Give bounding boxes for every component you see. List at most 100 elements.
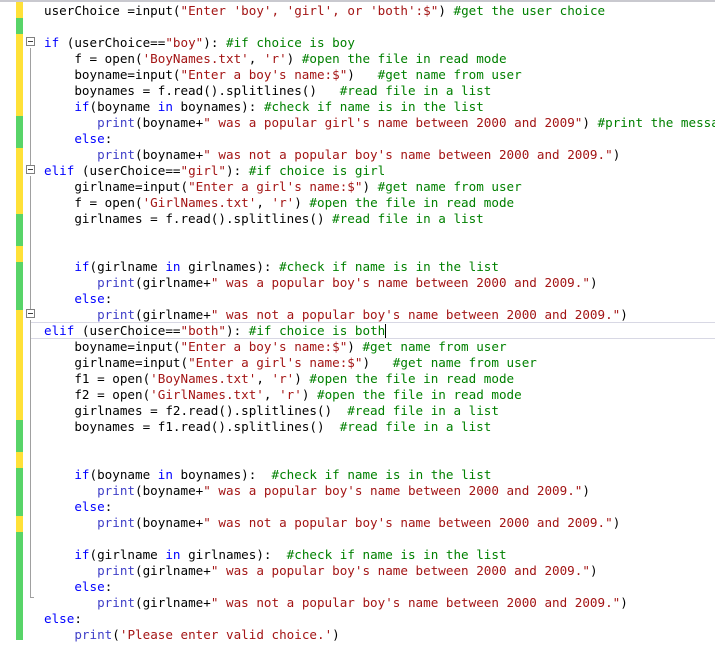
token-id: ) — [362, 179, 378, 194]
token-id: girlname=input( — [44, 179, 189, 194]
token-id: (girlname+ — [135, 275, 211, 290]
fold-guide-line — [30, 320, 31, 597]
token-id: (boyname+ — [135, 115, 204, 130]
code-text-area[interactable]: userChoice =input("Enter 'boy', 'girl', … — [0, 0, 715, 671]
code-line[interactable]: else: — [0, 131, 715, 147]
code-line[interactable]: print(girlname+" was a popular boy's nam… — [0, 275, 715, 291]
code-line[interactable]: boynames = f1.read().splitlines() #read … — [0, 419, 715, 435]
change-bar-saved — [16, 18, 23, 34]
token-id: ) — [589, 563, 598, 578]
token-cmt: #read file in a list — [339, 83, 492, 98]
token-kw: if — [74, 467, 90, 482]
token-id: (boyname+ — [135, 483, 204, 498]
code-folding-column[interactable] — [24, 0, 42, 671]
code-editor[interactable]: userChoice =input("Enter 'boy', 'girl', … — [0, 0, 715, 671]
token-id: ( — [172, 3, 181, 18]
change-bar-saved — [16, 116, 23, 148]
change-bar-saved — [16, 262, 23, 310]
code-line[interactable]: girlname=input("Enter a girl's name:$") … — [0, 355, 715, 371]
token-cmt: #get name from user — [392, 355, 537, 370]
code-line[interactable] — [0, 531, 715, 547]
code-line[interactable]: else: — [0, 291, 715, 307]
token-id — [44, 579, 74, 594]
token-cmt: #open the file in read mode — [309, 371, 515, 386]
code-line[interactable] — [0, 451, 715, 467]
code-line-text: print(boyname+" was a popular boy's name… — [0, 483, 590, 499]
token-id: ) — [347, 67, 378, 82]
code-line[interactable]: boyname=input("Enter a boy's name:$") #g… — [0, 339, 715, 355]
token-id: ) — [620, 595, 628, 610]
fold-collapse-icon[interactable] — [26, 165, 35, 174]
token-id: boyname=input( — [44, 67, 181, 82]
token-cmt: #check if name is in the list — [271, 467, 492, 482]
token-id — [44, 595, 97, 610]
code-line[interactable]: print(boyname+" was a popular girl's nam… — [0, 115, 715, 131]
code-line-text: if(boyname in boynames): #check if name … — [0, 467, 491, 483]
code-line[interactable]: userChoice =input("Enter 'boy', 'girl', … — [0, 3, 715, 19]
token-str: "Enter a boy's name:$" — [180, 339, 348, 354]
code-line[interactable]: boynames = f.read().splitlines() #read f… — [0, 83, 715, 99]
code-line[interactable] — [0, 227, 715, 243]
code-line[interactable]: if(girlname in girlnames): #check if nam… — [0, 547, 715, 563]
code-line[interactable]: print(boyname+" was not a popular boy's … — [0, 515, 715, 531]
token-cmt: #read file in a list — [339, 419, 492, 434]
token-id — [44, 627, 74, 642]
code-line[interactable] — [0, 435, 715, 451]
code-line-text: print(girlname+" was not a popular boy's… — [0, 307, 628, 323]
code-line[interactable]: f = open('BoyNames.txt', 'r') #open the … — [0, 51, 715, 67]
change-bar-unsaved — [16, 310, 23, 420]
code-line[interactable]: else: — [0, 611, 715, 627]
code-line-text: boyname=input("Enter a boy's name:$") #g… — [0, 339, 506, 355]
code-line-text: if(girlname in girlnames): #check if nam… — [0, 547, 506, 563]
code-line[interactable]: print(boyname+" was not a popular boy's … — [0, 147, 715, 163]
token-kw: else — [74, 131, 105, 146]
token-cmt: #read file in a list — [347, 403, 499, 418]
code-line[interactable]: if(boyname in boynames): #check if name … — [0, 99, 715, 115]
code-line[interactable]: if(girlname in girlnames): #check if nam… — [0, 259, 715, 275]
token-cmt: #open the file in read mode — [301, 51, 507, 66]
code-line-text: f = open('GirlNames.txt', 'r') #open the… — [0, 195, 514, 211]
code-line[interactable]: if(boyname in boynames): #check if name … — [0, 467, 715, 483]
token-str: 'Please enter valid choice.' — [119, 627, 333, 642]
code-line[interactable]: f1 = open('BoyNames.txt', 'r') #open the… — [0, 371, 715, 387]
fold-collapse-icon[interactable] — [26, 37, 35, 46]
token-fn: print — [97, 483, 135, 498]
token-id: f = open( — [44, 195, 143, 210]
token-id — [44, 115, 97, 130]
token-str: "boy" — [165, 35, 204, 50]
code-line-text: boynames = f.read().splitlines() #read f… — [0, 83, 491, 99]
token-id: (boyname — [89, 99, 158, 114]
code-line[interactable]: if (userChoice=="boy"): #if choice is bo… — [0, 35, 715, 51]
token-cmt: #if choice is girl — [248, 163, 386, 178]
code-line[interactable]: print('Please enter valid choice.') — [0, 627, 715, 643]
code-line[interactable]: print(boyname+" was a popular boy's name… — [0, 483, 715, 499]
code-line[interactable]: f2 = open('GirlNames.txt', 'r') #open th… — [0, 387, 715, 403]
token-cmt: #read file in a list — [332, 211, 484, 226]
token-cmt: #check if name is in the list — [263, 99, 484, 114]
code-line[interactable] — [0, 19, 715, 35]
token-str: 'BoyNames.txt' — [150, 371, 257, 386]
token-id — [44, 483, 97, 498]
code-line[interactable]: else: — [0, 499, 715, 515]
code-line[interactable]: elif (userChoice=="girl"): #if choice is… — [0, 163, 715, 179]
code-line[interactable]: girlnames = f.read().splitlines() #read … — [0, 211, 715, 227]
token-str: " was not a popular boy's name between 2… — [210, 307, 621, 322]
code-line[interactable]: girlnames = f2.read().splitlines() #read… — [0, 403, 715, 419]
token-kw: if — [44, 35, 60, 50]
code-line[interactable]: print(girlname+" was not a popular boy's… — [0, 595, 715, 611]
code-line[interactable]: else: — [0, 579, 715, 595]
token-id: girlnames): — [180, 259, 280, 274]
token-kw: in — [165, 547, 181, 562]
change-bar-saved — [16, 468, 23, 516]
code-line[interactable] — [0, 243, 715, 259]
code-line[interactable]: f = open('GirlNames.txt', 'r') #open the… — [0, 195, 715, 211]
code-line-text: girlnames = f2.read().splitlines() #read… — [0, 403, 499, 419]
fold-collapse-icon[interactable] — [26, 309, 35, 318]
code-line[interactable]: print(girlname+" was not a popular boy's… — [0, 307, 715, 323]
code-line[interactable]: boyname=input("Enter a boy's name:$") #g… — [0, 67, 715, 83]
token-id: (girlname — [89, 259, 166, 274]
token-id: girlnames): — [180, 547, 287, 562]
code-line[interactable]: print(girlname+" was a popular boy's nam… — [0, 563, 715, 579]
token-id: ) — [294, 371, 310, 386]
code-line[interactable]: girlname=input("Enter a girl's name:$") … — [0, 179, 715, 195]
